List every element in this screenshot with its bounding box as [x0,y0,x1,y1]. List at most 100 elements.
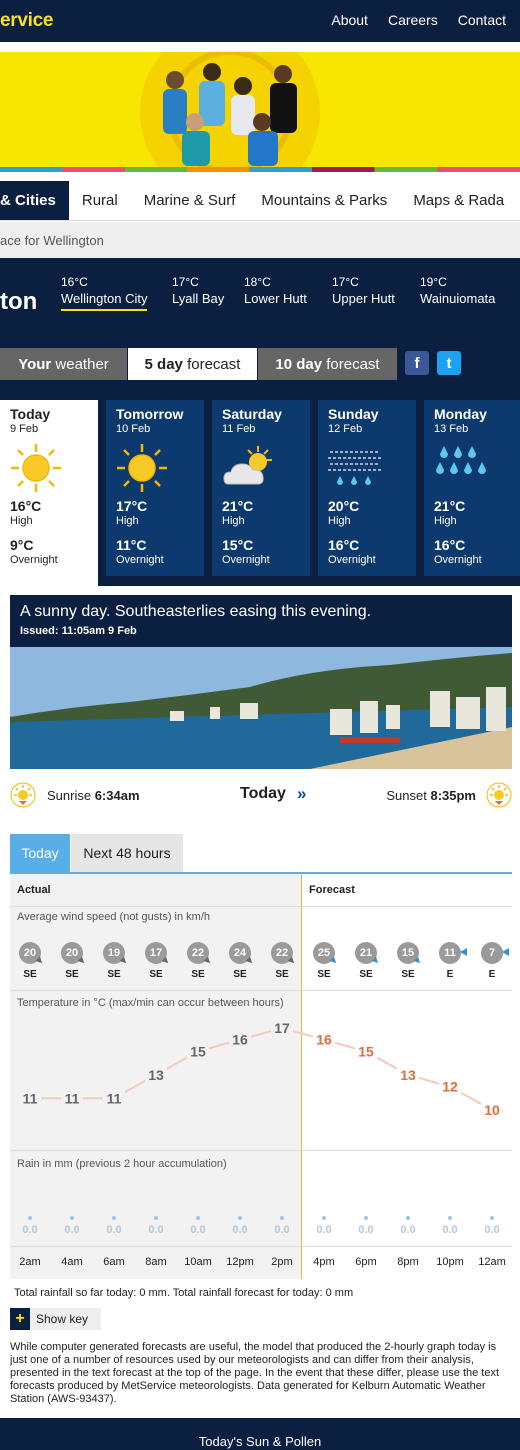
rain-marker [364,1216,368,1220]
high-temp: 20°C [328,498,360,514]
low-label: Overnight [328,554,376,566]
day-date: 9 Feb [10,423,39,435]
suburb-temp: 16°C [61,275,88,289]
wind-direction: SE [65,969,79,980]
rain-marker [28,1216,32,1220]
suburb-lower-hutt[interactable]: 18°C Lower Hutt [244,275,307,306]
day-date: 12 Feb [328,423,363,435]
rain-marker [238,1216,242,1220]
nav-careers-link[interactable]: Careers [388,12,438,28]
wind-direction: E [446,969,454,980]
time-label: 8am [145,1256,167,1268]
rain-marker [490,1216,494,1220]
rain-value: 0.0 [484,1224,500,1236]
tab-towns-cities[interactable]: & Cities [0,181,69,220]
wind-direction: SE [359,969,373,980]
rain-marker [112,1216,116,1220]
day-name: Saturday [222,406,282,422]
tab-maps-radar[interactable]: Maps & Rada [400,181,517,220]
temperature-value: 15 [358,1043,374,1059]
time-label: 6am [103,1256,125,1268]
sunrise-label: Sunrise [47,788,95,803]
temperature-value: 17 [274,1020,290,1036]
high-temp: 21°C [222,498,254,514]
high-temp: 21°C [434,498,466,514]
twitter-icon[interactable]: t [437,351,461,375]
low-label: Overnight [434,554,482,566]
rain-value: 0.0 [358,1224,374,1236]
tab-rest: weather [51,355,109,373]
temperature-value: 13 [148,1067,164,1083]
low-temp: 15°C [222,537,254,553]
wind-direction: SE [23,969,37,980]
day-card-monday[interactable]: Monday 13 Feb 21°C High 16°C Overnight [424,400,520,576]
tab-mountains-parks[interactable]: Mountains & Parks [248,181,400,220]
forecast-summary: A sunny day. Southeasterlies easing this… [10,595,512,647]
time-label: 10am [184,1256,212,1268]
show-key-label: Show key [36,1312,89,1326]
day-card-sunday[interactable]: Sunday 12 Feb 20°C High 16°C Overnight [318,400,416,576]
day-card-tomorrow[interactable]: Tomorrow 10 Feb 17°C High 11°C Overnight [106,400,204,576]
rain-value: 0.0 [64,1224,80,1236]
rain-marker [154,1216,158,1220]
nav-contact-link[interactable]: Contact [458,12,506,28]
brand-logo[interactable]: ervice [0,10,53,32]
hero-banner [0,52,520,172]
nav-about-link[interactable]: About [331,12,368,28]
suburb-wellington-city[interactable]: 16°C Wellington City [61,275,148,311]
next-day-arrow-icon[interactable]: » [297,784,306,804]
tab-your-weather[interactable]: Your weather [0,348,127,380]
facebook-icon[interactable]: f [405,351,429,375]
wind-direction: SE [401,969,415,980]
time-label: 12pm [226,1256,254,1268]
high-label: High [328,515,351,527]
high-label: High [434,515,457,527]
day-date: 10 Feb [116,423,151,435]
banner-illustration [140,52,320,172]
tab-marine-surf[interactable]: Marine & Surf [131,181,249,220]
tab-next-48-hours[interactable]: Next 48 hours [71,834,183,872]
rain-marker [448,1216,452,1220]
tab-today[interactable]: Today [10,834,70,872]
sunset-time: 8:35pm [430,788,476,803]
day-card-saturday[interactable]: Saturday 11 Feb 21°C High 15°C Overnight [212,400,310,576]
rain-marker [196,1216,200,1220]
sunrise-time: 6:34am [94,788,140,803]
footer-sun-pollen[interactable]: Today's Sun & Pollen [0,1418,520,1450]
rain-value: 0.0 [148,1224,164,1236]
temperature-value: 12 [442,1079,458,1095]
issued-time: Issued: 11:05am 9 Feb [20,625,137,637]
day-name: Sunday [328,406,379,422]
tab-5-day-forecast[interactable]: 5 day forecast [128,348,257,380]
temperature-chart: 11 11 11 13 15 16 17 16 15 13 12 10 [19,1019,503,1119]
day-name: Today [10,406,51,422]
sunset-icon [486,782,512,808]
plus-icon: + [10,1308,30,1330]
hourly-graph: Actual Forecast Average wind speed (not … [10,874,512,1279]
rain-marker [406,1216,410,1220]
low-label: Overnight [10,554,58,566]
time-label: 2pm [271,1256,293,1268]
suburb-wainuiomata[interactable]: 19°C Wainuiomata [420,275,495,306]
low-label: Overnight [222,554,270,566]
temperature-line [30,1026,493,1111]
tab-rural[interactable]: Rural [69,181,131,220]
suburb-lyall-bay[interactable]: 17°C Lyall Bay [172,275,224,306]
low-temp: 11°C [116,537,147,553]
tab-10-day-forecast[interactable]: 10 day forecast [258,348,397,380]
rain-value: 0.0 [106,1224,122,1236]
low-temp: 16°C [434,537,466,553]
time-label: 6pm [355,1256,377,1268]
wind-arrow-icon [460,948,467,956]
suburb-temp: 19°C [420,275,447,289]
banner-stripe [0,167,520,172]
wind-direction: SE [191,969,205,980]
rain-value: 0.0 [274,1224,290,1236]
category-tabs: & Cities Rural Marine & Surf Mountains &… [0,181,520,221]
temperature-value: 16 [232,1032,248,1048]
high-label: High [222,515,245,527]
show-key-button[interactable]: + Show key [10,1308,101,1330]
suburb-temp: 18°C [244,275,271,289]
day-card-today[interactable]: Today 9 Feb 16°C High 9°C Overnight [0,400,98,586]
suburb-upper-hutt[interactable]: 17°C Upper Hutt [332,275,395,306]
